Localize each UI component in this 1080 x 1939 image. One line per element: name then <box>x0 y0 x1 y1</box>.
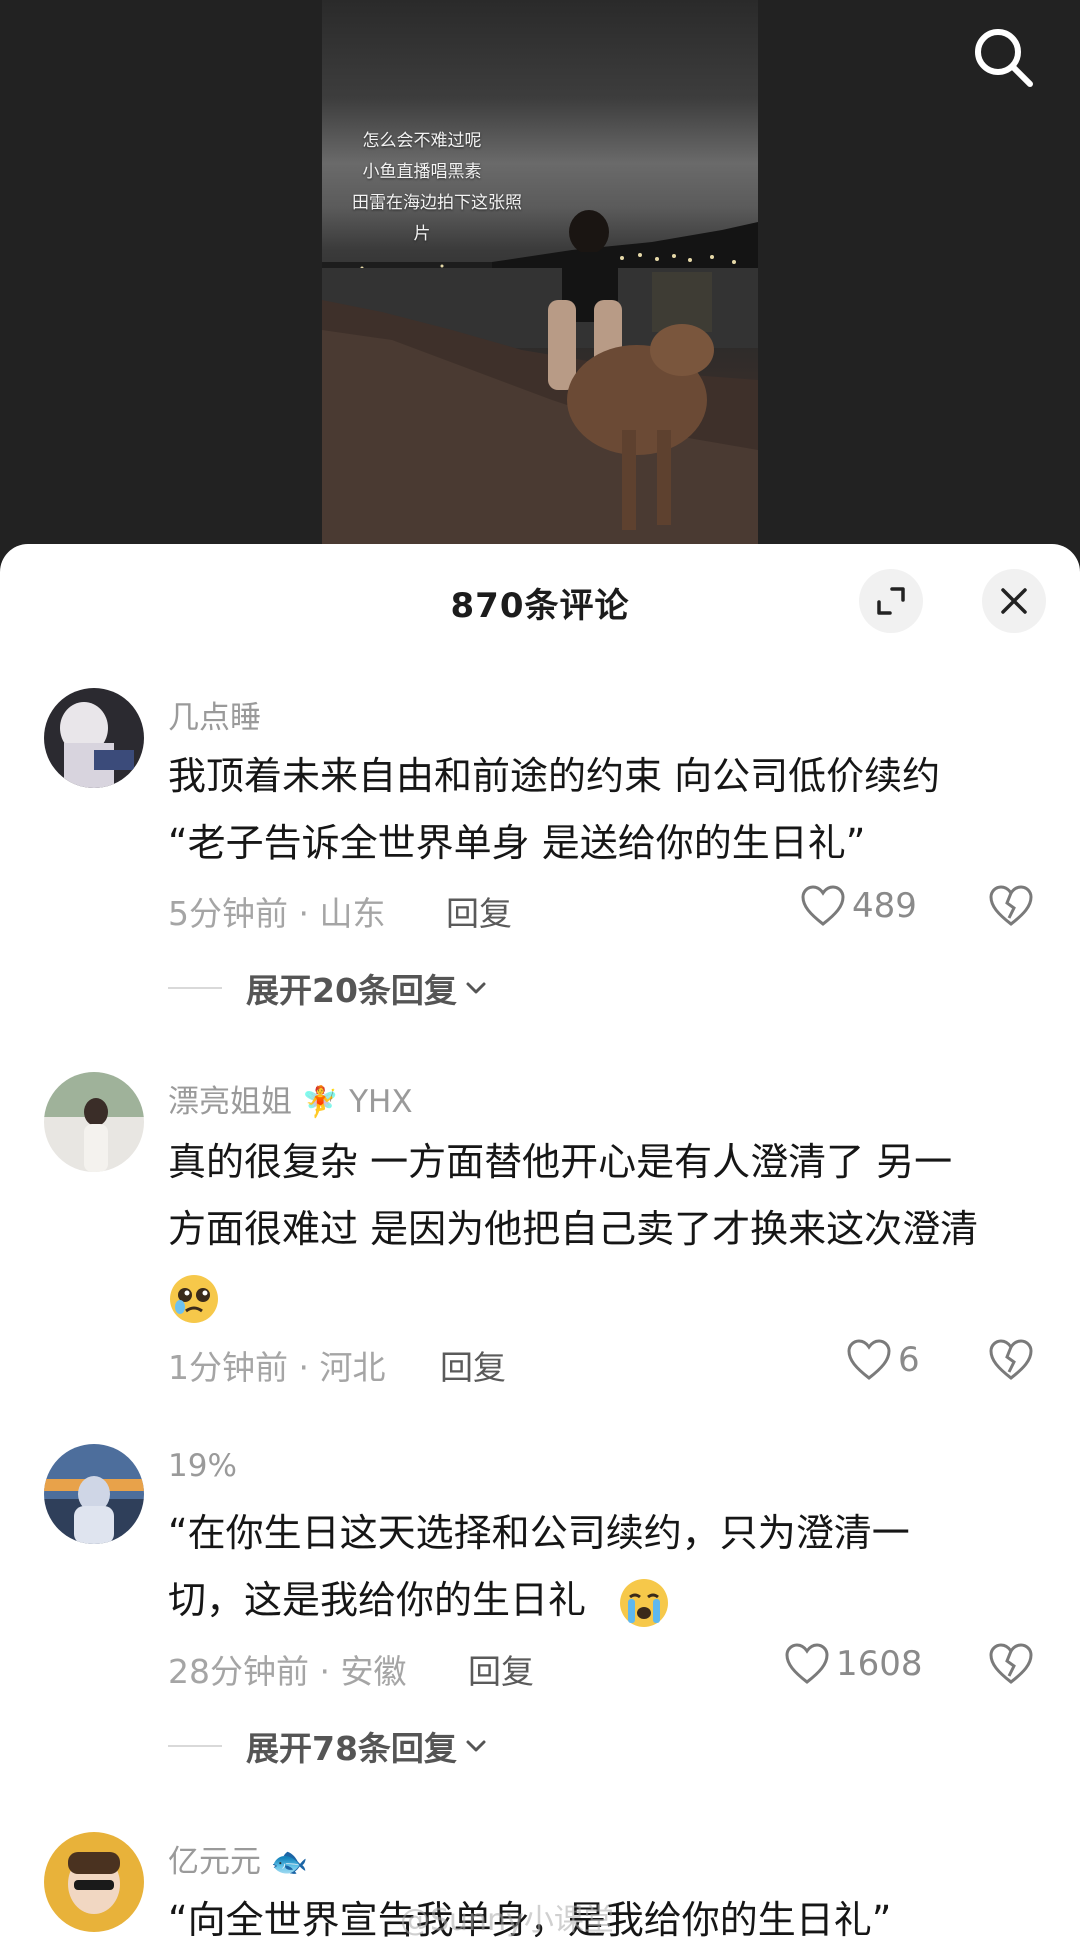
caption-line: 怎么会不难过呢 <box>362 131 482 151</box>
chevron-down-icon <box>466 982 486 994</box>
heart-icon <box>785 1643 829 1684</box>
fairy-emoji: 🧚 <box>301 1085 340 1120</box>
search-button[interactable] <box>970 24 1036 90</box>
comment-text: 真的很复杂 一方面替他开心是有人澄清了 另一 方面很难过 是因为他把自己卖了才换… <box>168 1129 1048 1330</box>
expand-replies-button[interactable]: 展开20条回复 <box>168 964 489 1012</box>
divider <box>168 987 222 989</box>
broken-heart-icon <box>989 885 1033 926</box>
caption-line: 片 <box>413 224 431 244</box>
dislike-button[interactable] <box>988 1338 1034 1386</box>
comment-meta: 28分钟前 · 安徽 <box>168 1652 407 1691</box>
avatar-image <box>44 1072 144 1172</box>
expand-sheet-button[interactable] <box>859 569 923 633</box>
comment-text-line: “老子告诉全世界单身 是送给你的生日礼” <box>168 821 866 865</box>
avatar-image <box>44 688 144 788</box>
comment-text: “向全世界宣告我单身，是我给你的生日礼” <box>168 1887 1048 1939</box>
caption-line: 田雷在海边拍下这张照 <box>352 193 522 213</box>
comment-text: “在你生日这天选择和公司续约，只为澄清一 切，这是我给你的生日礼 <box>168 1500 1048 1634</box>
close-sheet-button[interactable] <box>982 569 1046 633</box>
like-button[interactable]: 1608 <box>784 1642 923 1686</box>
username[interactable]: 几点睡 <box>168 692 261 737</box>
comment-text-line: “向全世界宣告我单身，是我给你的生日礼” <box>168 1898 892 1939</box>
expand-replies-label: 展开20条回复 <box>246 971 457 1010</box>
reply-button[interactable]: 回复 <box>468 1645 534 1693</box>
username[interactable]: 漂亮姐姐 🧚 YHX <box>168 1076 413 1121</box>
username-suffix: YHX <box>349 1084 413 1120</box>
avatar[interactable] <box>44 1444 144 1544</box>
crying-face-emoji <box>620 1578 669 1627</box>
video-player[interactable]: 怎么会不难过呢 小鱼直播唱黑素 田雷在海边拍下这张照 片 <box>0 0 1080 560</box>
comment-sheet: 870条评论 几点睡 我顶着未来自由和前途的约束 向公司低价续约 “老子告诉全世… <box>0 544 1080 1939</box>
avatar-image <box>44 1832 144 1932</box>
username[interactable]: 19% <box>168 1448 237 1484</box>
avatar[interactable] <box>44 1832 144 1932</box>
like-button[interactable]: 6 <box>846 1338 920 1382</box>
comment-meta: 5分钟前 · 山东 <box>168 894 386 933</box>
avatar-image <box>44 1444 144 1544</box>
expand-icon <box>877 587 905 615</box>
username-text: 亿元元 <box>168 1844 261 1880</box>
comment-text: 我顶着未来自由和前途的约束 向公司低价续约 “老子告诉全世界单身 是送给你的生日… <box>168 743 1048 877</box>
video-caption: 怎么会不难过呢 小鱼直播唱黑素 田雷在海边拍下这张照 片 <box>352 126 522 250</box>
avatar[interactable] <box>44 688 144 788</box>
comment-text-line: 真的很复杂 一方面替他开心是有人澄清了 另一 <box>168 1140 953 1184</box>
heart-icon <box>847 1339 891 1380</box>
like-count: 1608 <box>836 1644 923 1684</box>
heart-icon <box>801 885 845 926</box>
video-frame: 怎么会不难过呢 小鱼直播唱黑素 田雷在海边拍下这张照 片 <box>322 0 758 545</box>
expand-replies-button[interactable]: 展开78条回复 <box>168 1722 489 1770</box>
broken-heart-icon <box>989 1339 1033 1380</box>
comment-text-line: “在你生日这天选择和公司续约，只为澄清一 <box>168 1511 910 1555</box>
caption-line: 小鱼直播唱黑素 <box>362 162 482 182</box>
reply-button[interactable]: 回复 <box>440 1341 506 1389</box>
divider <box>168 1745 222 1747</box>
like-button[interactable]: 489 <box>800 884 917 928</box>
like-count: 489 <box>852 886 917 926</box>
like-count: 6 <box>898 1340 920 1380</box>
dislike-button[interactable] <box>988 884 1034 932</box>
pleading-face-emoji <box>170 1274 218 1323</box>
username[interactable]: 亿元元 🐟 <box>168 1836 308 1881</box>
fish-emoji: 🐟 <box>270 1845 309 1880</box>
comment-text-line: 切，这是我给你的生日礼 <box>168 1567 1048 1634</box>
video-scene-image <box>322 210 758 545</box>
username-text: 漂亮姐姐 <box>168 1084 292 1120</box>
search-icon <box>975 29 1033 87</box>
avatar[interactable] <box>44 1072 144 1172</box>
comment-text-line: 我顶着未来自由和前途的约束 向公司低价续约 <box>168 754 941 798</box>
reply-button[interactable]: 回复 <box>446 887 512 935</box>
expand-replies-label: 展开78条回复 <box>246 1729 457 1768</box>
broken-heart-icon <box>989 1643 1033 1684</box>
dislike-button[interactable] <box>988 1642 1034 1690</box>
comment-meta: 1分钟前 · 河北 <box>168 1348 386 1387</box>
comment-text-fragment: 切，这是我给你的生日礼 <box>168 1578 587 1622</box>
close-icon <box>1001 588 1027 614</box>
chevron-down-icon <box>466 1740 486 1752</box>
comment-text-line <box>168 1263 1048 1330</box>
comment-text-line: 方面很难过 是因为他把自己卖了才换来这次澄清 <box>168 1207 979 1251</box>
